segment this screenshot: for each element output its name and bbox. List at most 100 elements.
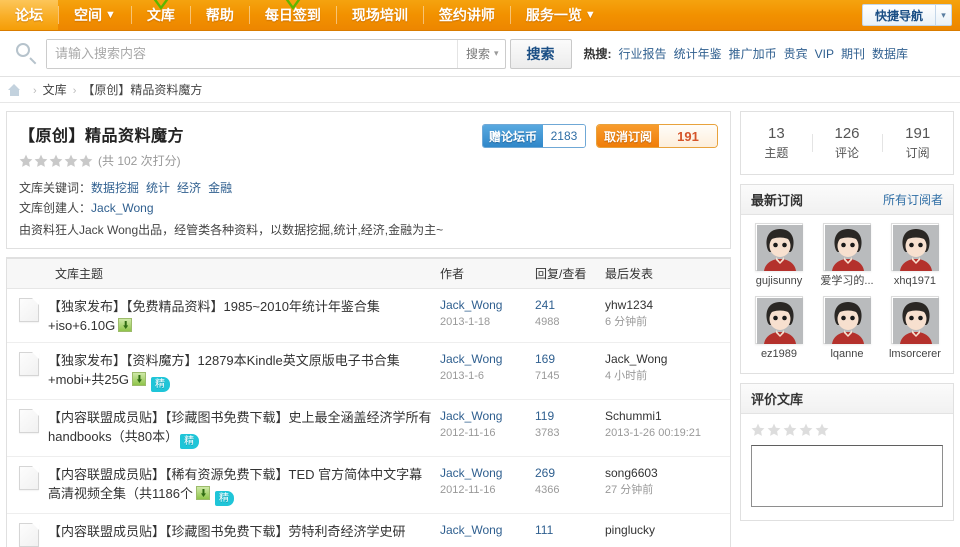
search-input[interactable] <box>47 39 457 68</box>
rate-stars[interactable] <box>751 423 943 437</box>
column-header-replies: 回复/查看 <box>535 267 587 281</box>
hot-search-link[interactable]: 贵宾 <box>784 47 808 61</box>
donate-coins-button[interactable]: 赠论坛币 2183 <box>481 124 586 148</box>
thread-title-link[interactable]: 【内容联盟成员贴】【珍藏图书免费下载】劳特利奇经济学史研 <box>48 522 406 541</box>
hot-search-link[interactable]: 统计年鉴 <box>674 47 722 61</box>
hot-search-link[interactable]: 期刊 <box>841 47 865 61</box>
star-icon[interactable] <box>767 423 781 437</box>
subscriber-name[interactable]: xhq1971 <box>881 274 949 288</box>
keyword-link[interactable]: 金融 <box>208 181 232 195</box>
unsubscribe-button[interactable]: 取消订阅 191 <box>595 124 718 148</box>
hot-search-link[interactable]: 数据库 <box>872 47 908 61</box>
star-icon[interactable] <box>799 423 813 437</box>
star-icon[interactable] <box>64 154 78 168</box>
avatar[interactable] <box>822 223 871 271</box>
table-row[interactable]: 【独家发布】【免费精品资料】1985~2010年统计年鉴合集+iso+6.10G… <box>7 289 730 343</box>
nav-item-8[interactable]: 服务一览 ▼ <box>511 0 611 30</box>
subscriber-item[interactable]: gujisunny <box>745 223 813 288</box>
subscriber-name[interactable]: lqanne <box>813 347 881 361</box>
rating-stars[interactable] <box>19 154 93 168</box>
creator-link[interactable]: Jack_Wong <box>91 201 153 215</box>
reply-count[interactable]: 269 <box>535 465 605 482</box>
hot-search-link[interactable]: VIP <box>815 47 834 61</box>
subscriber-item[interactable]: 爱学习的... <box>813 223 881 288</box>
subscriber-name[interactable]: lmsorcerer <box>881 347 949 361</box>
nav-item-2[interactable]: 空间 ▼ <box>59 0 131 30</box>
table-row[interactable]: 【内容联盟成员贴】【珍藏图书免费下载】史上最全涵盖经济学所有handbooks（… <box>7 400 730 457</box>
nav-item-7[interactable]: 签约讲师 <box>424 0 510 30</box>
star-icon[interactable] <box>34 154 48 168</box>
keyword-link[interactable]: 统计 <box>146 181 170 195</box>
last-poster[interactable]: Schummi1 <box>605 408 730 425</box>
all-subscribers-link[interactable]: 所有订阅者 <box>883 191 943 208</box>
nav-item-4[interactable]: 帮助 <box>191 0 249 30</box>
breadcrumb-item[interactable]: 【原创】精品资料魔方 <box>82 83 202 97</box>
star-icon[interactable] <box>815 423 829 437</box>
avatar[interactable] <box>890 296 939 344</box>
quick-nav-label[interactable]: 快捷导航 <box>863 5 935 25</box>
author-date: 2012-11-16 <box>440 427 496 439</box>
hot-search-link[interactable]: 推广加币 <box>729 47 777 61</box>
table-row[interactable]: 【内容联盟成员贴】【稀有资源免费下载】TED 官方简体中文字幕高清视频全集（共1… <box>7 457 730 514</box>
cell-replies: 111 <box>535 522 605 539</box>
star-icon[interactable] <box>783 423 797 437</box>
cell-last-post: Jack_Wong 4 小时前 <box>605 351 730 384</box>
table-row[interactable]: 【独家发布】【资料魔方】12879本Kindle英文原版电子书合集+mobi+共… <box>7 343 730 400</box>
home-icon[interactable] <box>8 83 21 96</box>
reply-count[interactable]: 241 <box>535 297 605 314</box>
nav-item-5[interactable]: 每日签到 <box>250 0 336 30</box>
subscriber-item[interactable]: xhq1971 <box>881 223 949 288</box>
hot-search-link[interactable]: 行业报告 <box>619 47 667 61</box>
thread-title-link[interactable]: 【内容联盟成员贴】【珍藏图书免费下载】史上最全涵盖经济学所有handbooks（… <box>48 408 434 449</box>
subscriber-name[interactable]: ez1989 <box>745 347 813 361</box>
last-poster[interactable]: yhw1234 <box>605 297 730 314</box>
keyword-link[interactable]: 数据挖掘 <box>91 181 139 195</box>
keyword-link[interactable]: 经济 <box>177 181 201 195</box>
reply-count[interactable]: 169 <box>535 351 605 368</box>
subscriber-name[interactable]: 爱学习的... <box>813 274 881 288</box>
subscriber-name[interactable]: gujisunny <box>745 274 813 288</box>
author-link[interactable]: Jack_Wong <box>440 408 535 425</box>
search-submit-button[interactable]: 搜索 <box>509 38 572 69</box>
thread-title-link[interactable]: 【内容联盟成员贴】【稀有资源免费下载】TED 官方简体中文字幕高清视频全集（共1… <box>48 465 434 506</box>
star-icon[interactable] <box>751 423 765 437</box>
breadcrumb-item[interactable]: 文库 <box>43 83 67 97</box>
avatar[interactable] <box>754 296 803 344</box>
avatar[interactable] <box>890 223 939 271</box>
star-icon[interactable] <box>79 154 93 168</box>
reply-count[interactable]: 119 <box>535 408 605 425</box>
star-icon[interactable] <box>19 154 33 168</box>
author-link[interactable]: Jack_Wong <box>440 351 535 368</box>
last-poster[interactable]: song6603 <box>605 465 730 482</box>
table-row[interactable]: 【内容联盟成员贴】【珍藏图书免费下载】劳特利奇经济学史研 Jack_Wong 111… <box>7 514 730 547</box>
donate-coins-count[interactable]: 2183 <box>542 125 585 147</box>
subscriber-item[interactable]: lqanne <box>813 296 881 361</box>
chevron-down-icon[interactable]: ▾ <box>935 5 951 25</box>
thread-title-link[interactable]: 【独家发布】【资料魔方】12879本Kindle英文原版电子书合集+mobi+共… <box>48 351 434 392</box>
author-link[interactable]: Jack_Wong <box>440 522 535 539</box>
thread-title-link[interactable]: 【独家发布】【免费精品资料】1985~2010年统计年鉴合集+iso+6.10G <box>48 297 434 335</box>
avatar[interactable] <box>754 223 803 271</box>
avatar[interactable] <box>822 296 871 344</box>
rate-comment-textarea[interactable] <box>751 445 943 507</box>
nav-item-6[interactable]: 现场培训 <box>337 0 423 30</box>
document-icon <box>19 409 39 433</box>
subscriber-count[interactable]: 191 <box>659 125 717 147</box>
reply-count[interactable]: 111 <box>535 522 605 539</box>
last-poster[interactable]: pinglucky <box>605 522 730 539</box>
author-link[interactable]: Jack_Wong <box>440 465 535 482</box>
quick-nav-button[interactable]: 快捷导航 ▾ <box>861 4 952 26</box>
nav-item-3[interactable]: 文库 <box>132 0 190 30</box>
star-icon[interactable] <box>49 154 63 168</box>
subscriber-item[interactable]: ez1989 <box>745 296 813 361</box>
subscriber-item[interactable]: lmsorcerer <box>881 296 949 361</box>
search-scope-select[interactable]: 搜索 ▾ <box>457 39 505 68</box>
cell-replies: 119 3783 <box>535 408 605 441</box>
chevron-down-icon: ▾ <box>494 48 499 58</box>
hot-search-group: 热搜: 行业报告 统计年鉴 推广加币 贵宾 VIP 期刊 数据库 <box>584 45 915 62</box>
last-poster[interactable]: Jack_Wong <box>605 351 730 368</box>
unsubscribe-label[interactable]: 取消订阅 <box>596 125 659 147</box>
author-link[interactable]: Jack_Wong <box>440 297 535 314</box>
donate-coins-label[interactable]: 赠论坛币 <box>482 125 543 147</box>
nav-item-1[interactable]: 论坛 <box>0 0 58 30</box>
